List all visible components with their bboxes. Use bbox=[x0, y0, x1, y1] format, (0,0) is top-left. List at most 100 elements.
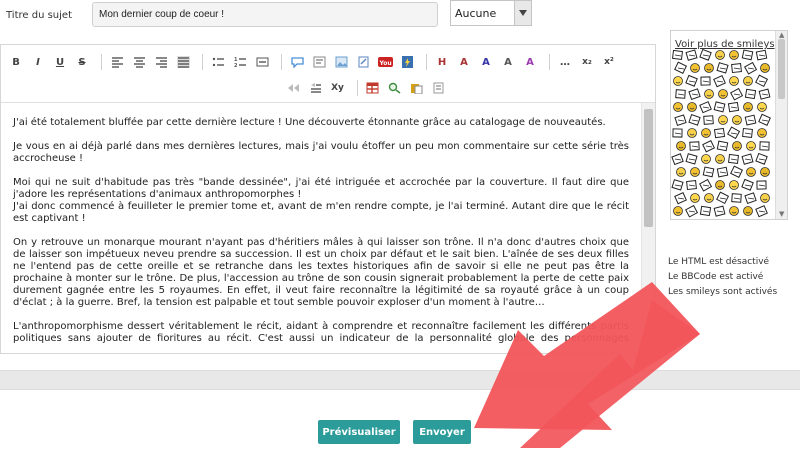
smileys-panel[interactable]: Voir plus de smileys ▲ ▼ bbox=[670, 30, 788, 220]
strike-button[interactable]: S bbox=[73, 53, 91, 71]
smiley-icon[interactable] bbox=[713, 205, 726, 217]
smiley-icon[interactable] bbox=[686, 180, 697, 191]
smiley-icon[interactable] bbox=[744, 192, 757, 205]
smiley-icon[interactable] bbox=[743, 102, 753, 112]
smiley-icon[interactable] bbox=[741, 153, 754, 165]
smiley-icon[interactable] bbox=[704, 193, 714, 203]
icon-select[interactable]: Aucune bbox=[450, 0, 532, 26]
smiley-icon[interactable] bbox=[673, 206, 683, 216]
smiley-icon[interactable] bbox=[672, 128, 683, 138]
link-button[interactable] bbox=[354, 53, 372, 71]
smiley-icon[interactable] bbox=[716, 62, 729, 74]
smiley-icon[interactable] bbox=[685, 74, 698, 87]
smiley-icon[interactable] bbox=[671, 153, 684, 166]
scroll-down-icon[interactable]: ▼ bbox=[779, 211, 785, 218]
flash-button[interactable] bbox=[398, 53, 416, 71]
search-button[interactable] bbox=[386, 79, 404, 97]
align-right-button[interactable] bbox=[152, 53, 170, 71]
smiley-icon[interactable] bbox=[702, 139, 716, 153]
smiley-icon[interactable] bbox=[758, 113, 771, 126]
indent-button[interactable] bbox=[307, 79, 325, 97]
smiley-icon[interactable] bbox=[760, 167, 770, 177]
smiley-icon[interactable] bbox=[727, 126, 741, 140]
smiley-icon[interactable] bbox=[743, 76, 753, 86]
smiley-icon[interactable] bbox=[716, 166, 729, 178]
smiley-icon[interactable] bbox=[746, 167, 756, 177]
smiley-icon[interactable] bbox=[713, 127, 726, 139]
smiley-icon[interactable] bbox=[729, 180, 739, 190]
heading-button[interactable]: H bbox=[433, 53, 451, 71]
smiley-icon[interactable] bbox=[744, 88, 757, 100]
smiley-icon[interactable] bbox=[674, 114, 687, 126]
smiley-icon[interactable] bbox=[732, 141, 742, 151]
smiley-icon[interactable] bbox=[671, 49, 684, 61]
color-button[interactable]: A bbox=[477, 53, 495, 71]
smiley-icon[interactable] bbox=[701, 154, 711, 164]
bullet-list-button[interactable] bbox=[209, 53, 227, 71]
smiley-icon[interactable] bbox=[755, 74, 769, 88]
smiley-icon[interactable] bbox=[757, 102, 767, 112]
table-button[interactable] bbox=[364, 79, 382, 97]
smiley-icon[interactable] bbox=[699, 205, 712, 217]
smiley-icon[interactable] bbox=[673, 102, 683, 112]
smiley-icon[interactable] bbox=[755, 49, 768, 61]
bold-button[interactable]: B bbox=[7, 53, 25, 71]
message-textarea[interactable]: J'ai été totalement bluffée par cette de… bbox=[1, 103, 641, 345]
smiley-icon[interactable] bbox=[715, 50, 725, 60]
underline-button[interactable]: U bbox=[51, 53, 69, 71]
smiley-icon[interactable] bbox=[700, 76, 711, 86]
smiley-icon[interactable] bbox=[690, 63, 700, 73]
smiley-icon[interactable] bbox=[759, 141, 770, 151]
smileys-scrollbar[interactable]: ▲ ▼ bbox=[775, 31, 787, 219]
smiley-icon[interactable] bbox=[704, 89, 714, 99]
numbered-list-button[interactable]: 12 bbox=[231, 53, 249, 71]
smiley-icon[interactable] bbox=[676, 141, 686, 151]
quote-button[interactable] bbox=[288, 53, 306, 71]
smiley-icon[interactable] bbox=[699, 101, 712, 114]
smiley-icon[interactable] bbox=[671, 179, 684, 191]
smiley-icon[interactable] bbox=[760, 193, 770, 203]
paste-button[interactable] bbox=[408, 79, 426, 97]
smiley-icon[interactable] bbox=[727, 101, 740, 113]
smiley-icon[interactable] bbox=[732, 115, 742, 125]
outdent-button[interactable] bbox=[285, 79, 303, 97]
font-button[interactable]: A bbox=[455, 53, 473, 71]
smileys-scroll-thumb[interactable] bbox=[778, 39, 785, 99]
smiley-icon[interactable] bbox=[690, 167, 700, 177]
editor-scroll-thumb[interactable] bbox=[644, 109, 653, 227]
remove-format-button[interactable]: Xy bbox=[329, 79, 347, 97]
smiley-icon[interactable] bbox=[715, 180, 725, 190]
smiley-icon[interactable] bbox=[757, 128, 767, 138]
smiley-icon[interactable] bbox=[731, 63, 742, 74]
smiley-icon[interactable] bbox=[675, 89, 686, 99]
smiley-icon[interactable] bbox=[687, 102, 697, 112]
submit-button[interactable]: Envoyer bbox=[413, 420, 471, 444]
smiley-icon[interactable] bbox=[729, 206, 739, 216]
smiley-icon[interactable] bbox=[685, 204, 699, 218]
smiley-icon[interactable] bbox=[716, 140, 729, 152]
smiley-icon[interactable] bbox=[699, 48, 712, 61]
smiley-icon[interactable] bbox=[688, 113, 701, 126]
smiley-icon[interactable] bbox=[758, 88, 771, 100]
smiley-icon[interactable] bbox=[746, 141, 756, 151]
smiley-icon[interactable] bbox=[731, 193, 742, 203]
smiley-icon[interactable] bbox=[729, 50, 739, 60]
code-button[interactable] bbox=[310, 53, 328, 71]
subject-input[interactable] bbox=[92, 2, 438, 27]
smiley-icon[interactable] bbox=[690, 193, 700, 203]
highlight-button[interactable]: A bbox=[521, 53, 539, 71]
smiley-icon[interactable] bbox=[756, 180, 767, 190]
italic-button[interactable]: I bbox=[29, 53, 47, 71]
horizontal-rule-button[interactable] bbox=[253, 53, 271, 71]
image-button[interactable] bbox=[332, 53, 350, 71]
smiley-icon[interactable] bbox=[676, 167, 686, 177]
smiley-icon[interactable] bbox=[674, 192, 687, 205]
smileys-more-link[interactable]: Voir plus de smileys bbox=[675, 39, 775, 50]
smiley-icon[interactable] bbox=[715, 154, 725, 164]
smiley-icon[interactable] bbox=[718, 89, 728, 99]
smiley-icon[interactable] bbox=[760, 63, 770, 73]
smiley-icon[interactable] bbox=[755, 205, 768, 218]
smiley-icon[interactable] bbox=[727, 153, 740, 165]
source-button[interactable] bbox=[430, 79, 448, 97]
superscript-button[interactable]: x² bbox=[600, 53, 618, 71]
